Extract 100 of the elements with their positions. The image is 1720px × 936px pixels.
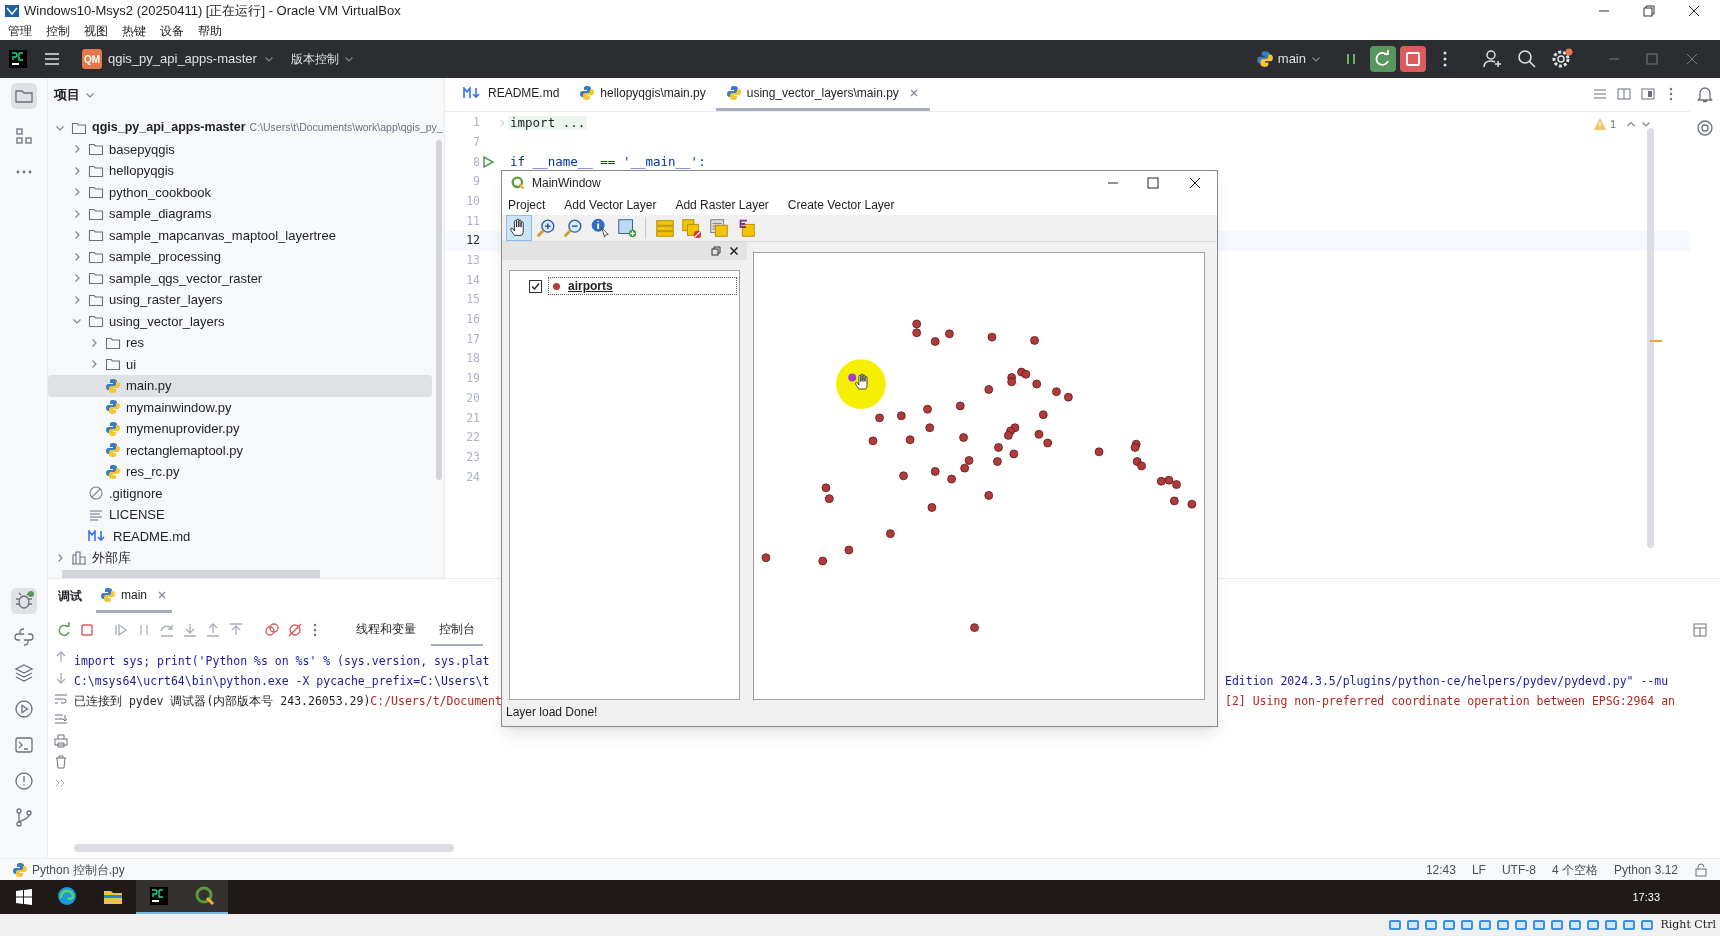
- preview-icon[interactable]: [1640, 86, 1656, 102]
- rerun-icon[interactable]: [1370, 46, 1396, 72]
- menu-item[interactable]: 控制: [46, 22, 70, 40]
- step-into-icon[interactable]: [182, 621, 198, 638]
- menu-item[interactable]: Project: [508, 196, 546, 214]
- tree-item[interactable]: main.py: [48, 375, 432, 397]
- status-item[interactable]: 12:43: [1425, 860, 1456, 879]
- version-control-menu[interactable]: 版本控制: [286, 45, 359, 73]
- assistant-icon[interactable]: [1695, 118, 1715, 138]
- menu-item[interactable]: Add Vector Layer: [564, 196, 657, 214]
- tree-item[interactable]: sample_mapcanvas_maptool_layertree: [48, 224, 432, 246]
- project-view-selector[interactable]: 项目: [54, 85, 96, 105]
- view-tab[interactable]: 线程和变量: [348, 613, 424, 646]
- menu-item[interactable]: Create Vector Layer: [787, 196, 895, 214]
- app-logo-icon[interactable]: [8, 49, 28, 69]
- menu-item[interactable]: 帮助: [198, 22, 222, 40]
- device-status-icon[interactable]: [1458, 917, 1475, 933]
- device-status-icon[interactable]: [1404, 917, 1421, 933]
- project-selector[interactable]: QM qgis_py_api_apps-master: [78, 45, 279, 73]
- columns-icon[interactable]: [1616, 86, 1632, 102]
- tree-item[interactable]: mymainwindow.py: [48, 396, 432, 418]
- tree-item[interactable]: README.md: [48, 525, 432, 547]
- device-status-icon[interactable]: [1584, 917, 1601, 933]
- menu-item[interactable]: 视图: [84, 22, 108, 40]
- float-icon[interactable]: [711, 246, 721, 256]
- tree-item[interactable]: mymenuprovider.py: [48, 418, 432, 440]
- notifications-icon[interactable]: [1695, 84, 1715, 104]
- device-status-icon[interactable]: [1422, 917, 1439, 933]
- tree-item[interactable]: sample_diagrams: [48, 203, 432, 225]
- tree-item[interactable]: using_vector_layers: [48, 310, 432, 332]
- tree-item[interactable]: res: [48, 332, 432, 354]
- stop-icon[interactable]: [79, 621, 95, 638]
- tree-item[interactable]: sample_processing: [48, 246, 432, 268]
- resume-icon[interactable]: [113, 621, 129, 638]
- wrap-icon[interactable]: [54, 692, 68, 706]
- status-file[interactable]: Python 控制台.py: [12, 860, 125, 879]
- lock-icon[interactable]: [1694, 862, 1708, 877]
- arrow-down-icon[interactable]: [54, 671, 68, 685]
- breakpoints-icon[interactable]: [264, 621, 280, 638]
- layer-checkbox[interactable]: [529, 279, 542, 293]
- menu-item[interactable]: 设备: [160, 22, 184, 40]
- scroll-end-icon[interactable]: [54, 713, 68, 727]
- device-status-icon[interactable]: [1440, 917, 1457, 933]
- status-item[interactable]: UTF-8: [1501, 860, 1536, 879]
- tree-item[interactable]: .gitignore: [48, 482, 432, 504]
- search-icon[interactable]: [1516, 48, 1538, 70]
- status-item[interactable]: LF: [1471, 860, 1486, 879]
- layout-icon[interactable]: [1692, 621, 1708, 638]
- list-icon[interactable]: [1592, 86, 1608, 102]
- add-user-icon[interactable]: [1482, 48, 1504, 70]
- session-tab[interactable]: main: [96, 579, 172, 613]
- rerun-icon[interactable]: [56, 621, 72, 638]
- device-status-icon[interactable]: [1602, 917, 1619, 933]
- run-icon[interactable]: [481, 155, 495, 170]
- status-item[interactable]: 4 个空格: [1551, 860, 1598, 879]
- windows-start-icon[interactable]: [16, 889, 32, 905]
- tree-item[interactable]: qgis_py_api_apps-master C:\Users\t\Documents\work\app\qgis_py_: [48, 117, 442, 139]
- q-logo-icon[interactable]: [193, 884, 217, 908]
- tree-item[interactable]: hellopyqgis: [48, 160, 432, 182]
- view-tab[interactable]: 控制台: [431, 613, 483, 646]
- menu-item[interactable]: 热键: [122, 22, 146, 40]
- editor-tab[interactable]: README.md: [453, 77, 570, 111]
- device-status-icon[interactable]: [1638, 917, 1655, 933]
- tree-item[interactable]: python_cookbook: [48, 181, 432, 203]
- tree-item[interactable]: sample_qgs_vector_raster: [48, 267, 432, 289]
- trash-icon[interactable]: [54, 755, 68, 769]
- mute-breakpoints-icon[interactable]: [287, 621, 303, 638]
- tree-item[interactable]: basepyqgis: [48, 138, 432, 160]
- device-status-icon[interactable]: [1386, 917, 1403, 933]
- menu-item[interactable]: 管理: [8, 22, 32, 40]
- clock-time[interactable]: 17:33: [1632, 888, 1660, 906]
- scrollbar[interactable]: [436, 140, 442, 480]
- tree-item[interactable]: 外部库: [48, 547, 432, 569]
- ide-icon[interactable]: [147, 884, 171, 908]
- step-up-icon[interactable]: [228, 621, 244, 638]
- tree-item[interactable]: ui: [48, 353, 432, 375]
- device-status-icon[interactable]: [1620, 917, 1637, 933]
- tree-item[interactable]: using_raster_layers: [48, 289, 432, 311]
- editor-tab[interactable]: hellopyqgis\main.py: [569, 77, 716, 111]
- print-icon[interactable]: [54, 734, 68, 748]
- hand-tool[interactable]: [506, 215, 532, 241]
- editor-tab[interactable]: using_vector_layers\main.py: [715, 77, 930, 111]
- tree-item[interactable]: LICENSE: [48, 504, 432, 526]
- device-status-icon[interactable]: [1530, 917, 1547, 933]
- menu-item[interactable]: Add Raster Layer: [675, 196, 769, 214]
- device-status-icon[interactable]: [1566, 917, 1583, 933]
- status-item[interactable]: Python 3.12: [1613, 860, 1678, 879]
- map-canvas[interactable]: [753, 252, 1205, 700]
- close-icon[interactable]: [729, 246, 739, 256]
- scrollbar[interactable]: [1647, 128, 1654, 548]
- scrollbar[interactable]: [62, 570, 320, 578]
- step-out-icon[interactable]: [205, 621, 221, 638]
- branch-selector[interactable]: main: [1251, 45, 1326, 73]
- stop-icon[interactable]: [1400, 46, 1426, 72]
- device-status-icon[interactable]: [1476, 917, 1493, 933]
- browser-icon[interactable]: [55, 884, 79, 908]
- bug-icon[interactable]: [11, 588, 37, 614]
- device-status-icon[interactable]: [1512, 917, 1529, 933]
- arrow-up-icon[interactable]: [54, 650, 68, 664]
- device-status-icon[interactable]: [1494, 917, 1511, 933]
